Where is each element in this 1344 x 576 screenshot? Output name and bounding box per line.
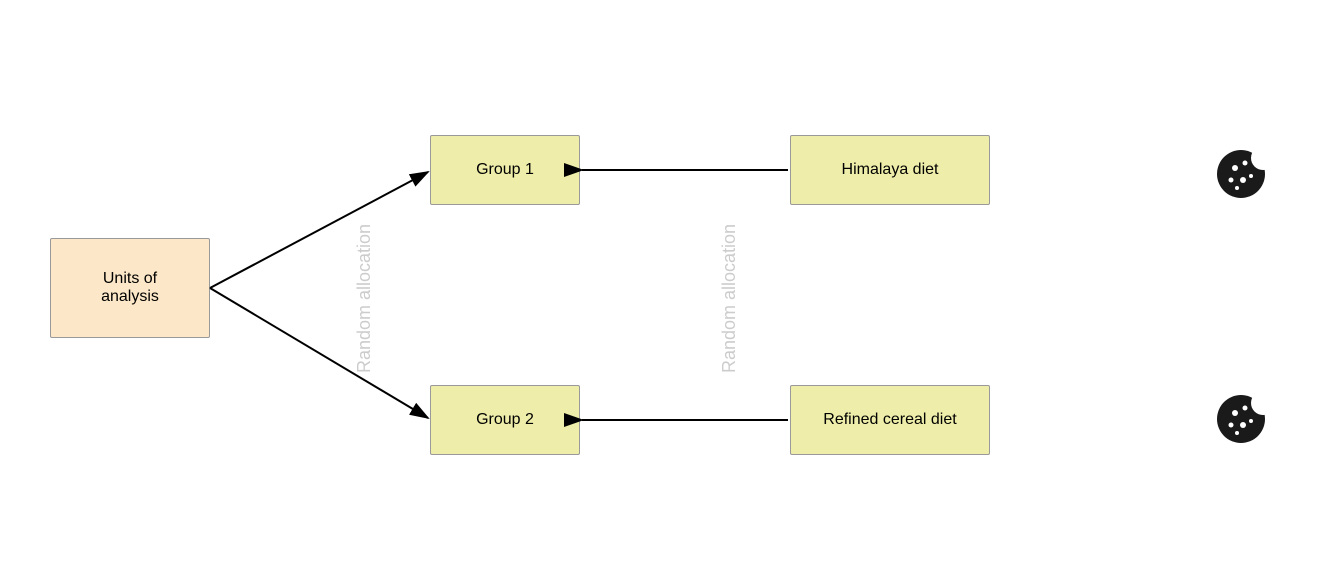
group1-box: Group 1 [430, 135, 580, 205]
units-of-analysis-box: Units of analysis [50, 238, 210, 338]
units-of-analysis-label: Units of analysis [101, 270, 159, 306]
random-allocation-label-1: Random allocation [354, 224, 375, 373]
cookie-icon-1 [1215, 148, 1267, 210]
group2-label: Group 2 [476, 411, 534, 429]
refined-box: Refined cereal diet [790, 385, 990, 455]
himalaya-label: Himalaya diet [842, 161, 939, 179]
refined-label: Refined cereal diet [823, 411, 956, 429]
random-allocation-label-2: Random allocation [719, 224, 740, 373]
group1-label: Group 1 [476, 161, 534, 179]
himalaya-box: Himalaya diet [790, 135, 990, 205]
group2-box: Group 2 [430, 385, 580, 455]
diagram-container: Units of analysis Group 1 Group 2 Himala… [0, 0, 1344, 576]
cookie-icon-2 [1215, 393, 1267, 455]
